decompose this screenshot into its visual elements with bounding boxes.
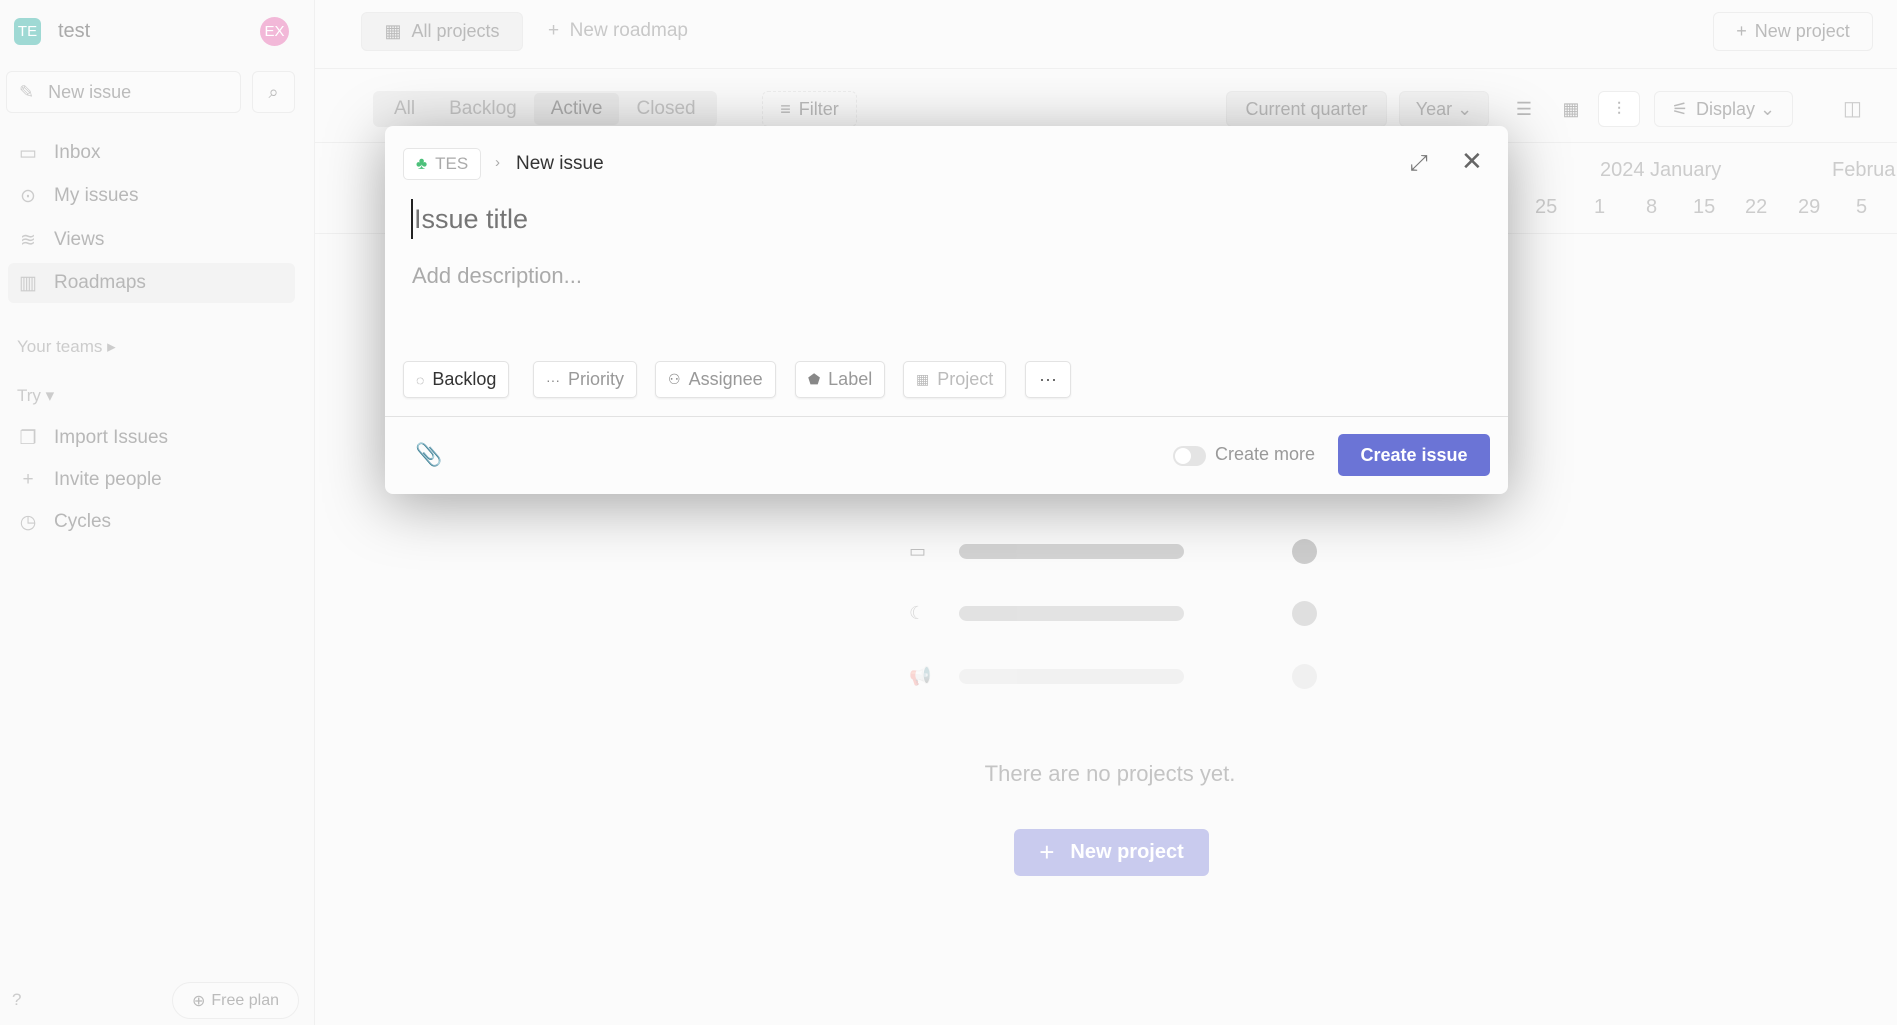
new-project-button[interactable]: + New project	[1014, 829, 1209, 876]
priority-chip[interactable]: ··· Priority	[533, 361, 638, 398]
attachment-icon[interactable]: 📎	[415, 442, 442, 468]
create-issue-button[interactable]: Create issue	[1338, 434, 1490, 476]
plus-icon: +	[22, 469, 34, 490]
day-label: 22	[1745, 196, 1768, 218]
board-view-button[interactable]: ▦	[1551, 91, 1591, 127]
expand-icon[interactable]: ⤢	[1410, 150, 1428, 176]
day-label: 1	[1594, 196, 1606, 218]
search-icon: ⌕	[268, 81, 279, 102]
map-icon: ▥	[19, 272, 37, 294]
import-icon: ❐	[19, 427, 37, 449]
sidebar-item-inbox[interactable]: ▭ Inbox	[8, 133, 295, 173]
chevron-down-icon: ⌄	[1760, 98, 1776, 119]
status-chip[interactable]: ◌ Backlog	[403, 361, 510, 398]
sidebar-item-import[interactable]: ❐ Import Issues	[8, 418, 295, 458]
new-roadmap-button[interactable]: + New roadmap	[548, 20, 688, 42]
current-quarter-button[interactable]: Current quarter	[1226, 91, 1387, 127]
inbox-icon: ▭	[19, 142, 37, 164]
assignee-icon: ⚇	[668, 371, 681, 387]
sidebar-item-roadmaps[interactable]: ▥ Roadmaps	[8, 263, 295, 303]
try-toggle[interactable]: Try ▾	[17, 386, 54, 406]
all-projects-button[interactable]: ▦ All projects	[361, 12, 523, 51]
timeline-icon: ⫶	[1616, 98, 1622, 119]
placeholder-row: ☾	[889, 582, 1337, 644]
project-chip[interactable]: ▦ Project	[903, 361, 1007, 398]
create-more-label: Create more	[1215, 444, 1316, 464]
new-issue-modal: ♣TES › New issue ⤢ ✕ Add description... …	[385, 126, 1508, 494]
list-icon: ☰	[1515, 98, 1533, 119]
upgrade-icon: ⊕	[192, 992, 206, 1010]
tab-closed[interactable]: Closed	[619, 93, 712, 125]
sidebar: TE test EX ✎ New issue ⌕ ▭ Inbox ⊙ My issue…	[0, 0, 315, 1025]
sidebar-item-views[interactable]: ≋ Views	[8, 220, 295, 260]
tab-all[interactable]: All	[377, 93, 432, 125]
divider	[315, 68, 1897, 69]
help-button[interactable]: ?	[12, 990, 21, 1010]
tab-active[interactable]: Active	[533, 93, 620, 125]
empty-message: There are no projects yet.	[984, 761, 1236, 786]
status-tabs: All Backlog Active Closed	[373, 91, 717, 127]
battery-icon: ▭	[909, 540, 927, 561]
sidebar-item-invite[interactable]: + Invite people	[8, 460, 295, 500]
month-label: 2024 January	[1600, 159, 1722, 181]
search-button[interactable]: ⌕	[252, 71, 295, 113]
assignee-chip[interactable]: ⚇ Assignee	[655, 361, 776, 398]
display-button[interactable]: ⚟ Display ⌄	[1654, 91, 1793, 127]
sidebar-item-my-issues[interactable]: ⊙ My issues	[8, 176, 295, 216]
your-teams-toggle[interactable]: Your teams ▸	[17, 337, 116, 357]
moon-icon: ☾	[909, 602, 926, 623]
sidebar-item-cycles[interactable]: ◷ Cycles	[8, 502, 295, 542]
create-more-toggle[interactable]	[1173, 446, 1206, 466]
megaphone-icon: 📢	[909, 665, 932, 686]
grid-icon: ▦	[384, 21, 402, 41]
workspace-badge[interactable]: TE	[14, 18, 41, 45]
more-icon: ···	[1039, 369, 1057, 389]
plus-icon: +	[1736, 21, 1747, 41]
label-icon: ⬟	[808, 371, 821, 387]
list-view-button[interactable]: ☰	[1504, 91, 1544, 127]
chevron-down-icon: ⌄	[1457, 98, 1473, 119]
placeholder-row: 📢	[889, 645, 1337, 707]
more-options-button[interactable]: ···	[1025, 361, 1071, 398]
breadcrumb: New issue	[516, 153, 604, 174]
avatar[interactable]: EX	[260, 17, 289, 46]
layers-icon: ≋	[20, 229, 36, 251]
plus-icon: +	[548, 20, 560, 41]
workspace-name[interactable]: test	[58, 20, 90, 43]
day-label: 29	[1798, 196, 1821, 218]
breadcrumb-separator: ›	[495, 154, 500, 171]
team-selector[interactable]: ♣ TES	[403, 148, 482, 180]
target-icon: ⊙	[20, 185, 36, 207]
free-plan-button[interactable]: ⊕ Free plan	[172, 982, 299, 1019]
day-label: 15	[1693, 196, 1716, 218]
toggle-panel-icon[interactable]: ◫	[1843, 96, 1862, 121]
compose-icon: ✎	[19, 81, 35, 102]
day-label: 25	[1535, 196, 1558, 218]
description-input[interactable]: Add description...	[412, 263, 582, 289]
close-icon[interactable]: ✕	[1461, 146, 1483, 177]
sliders-icon: ⚟	[1671, 98, 1688, 119]
tab-backlog[interactable]: Backlog	[432, 93, 534, 125]
label-chip[interactable]: ⬟ Label	[795, 361, 886, 398]
filter-button[interactable]: ≡ Filter	[762, 91, 857, 127]
divider	[385, 416, 1508, 417]
plus-icon: +	[1039, 837, 1055, 867]
day-label: 8	[1646, 196, 1658, 218]
cycle-icon: ◷	[19, 511, 37, 533]
new-issue-button[interactable]: ✎ New issue	[6, 71, 241, 113]
backlog-icon: ◌	[416, 371, 425, 388]
timeline-view-button[interactable]: ⫶	[1598, 91, 1640, 127]
day-label: 5	[1856, 196, 1868, 218]
year-select[interactable]: Year ⌄	[1399, 91, 1489, 127]
placeholder-row: ▭	[889, 520, 1337, 582]
priority-icon: ···	[546, 371, 560, 388]
new-project-top-button[interactable]: + New project	[1713, 12, 1873, 51]
project-icon: ▦	[916, 371, 930, 387]
board-icon: ▦	[1562, 98, 1580, 119]
tree-icon: ♣	[416, 154, 428, 173]
month-label: Februa	[1832, 159, 1896, 181]
filter-icon: ≡	[780, 98, 791, 119]
issue-title-input[interactable]	[411, 199, 1471, 239]
